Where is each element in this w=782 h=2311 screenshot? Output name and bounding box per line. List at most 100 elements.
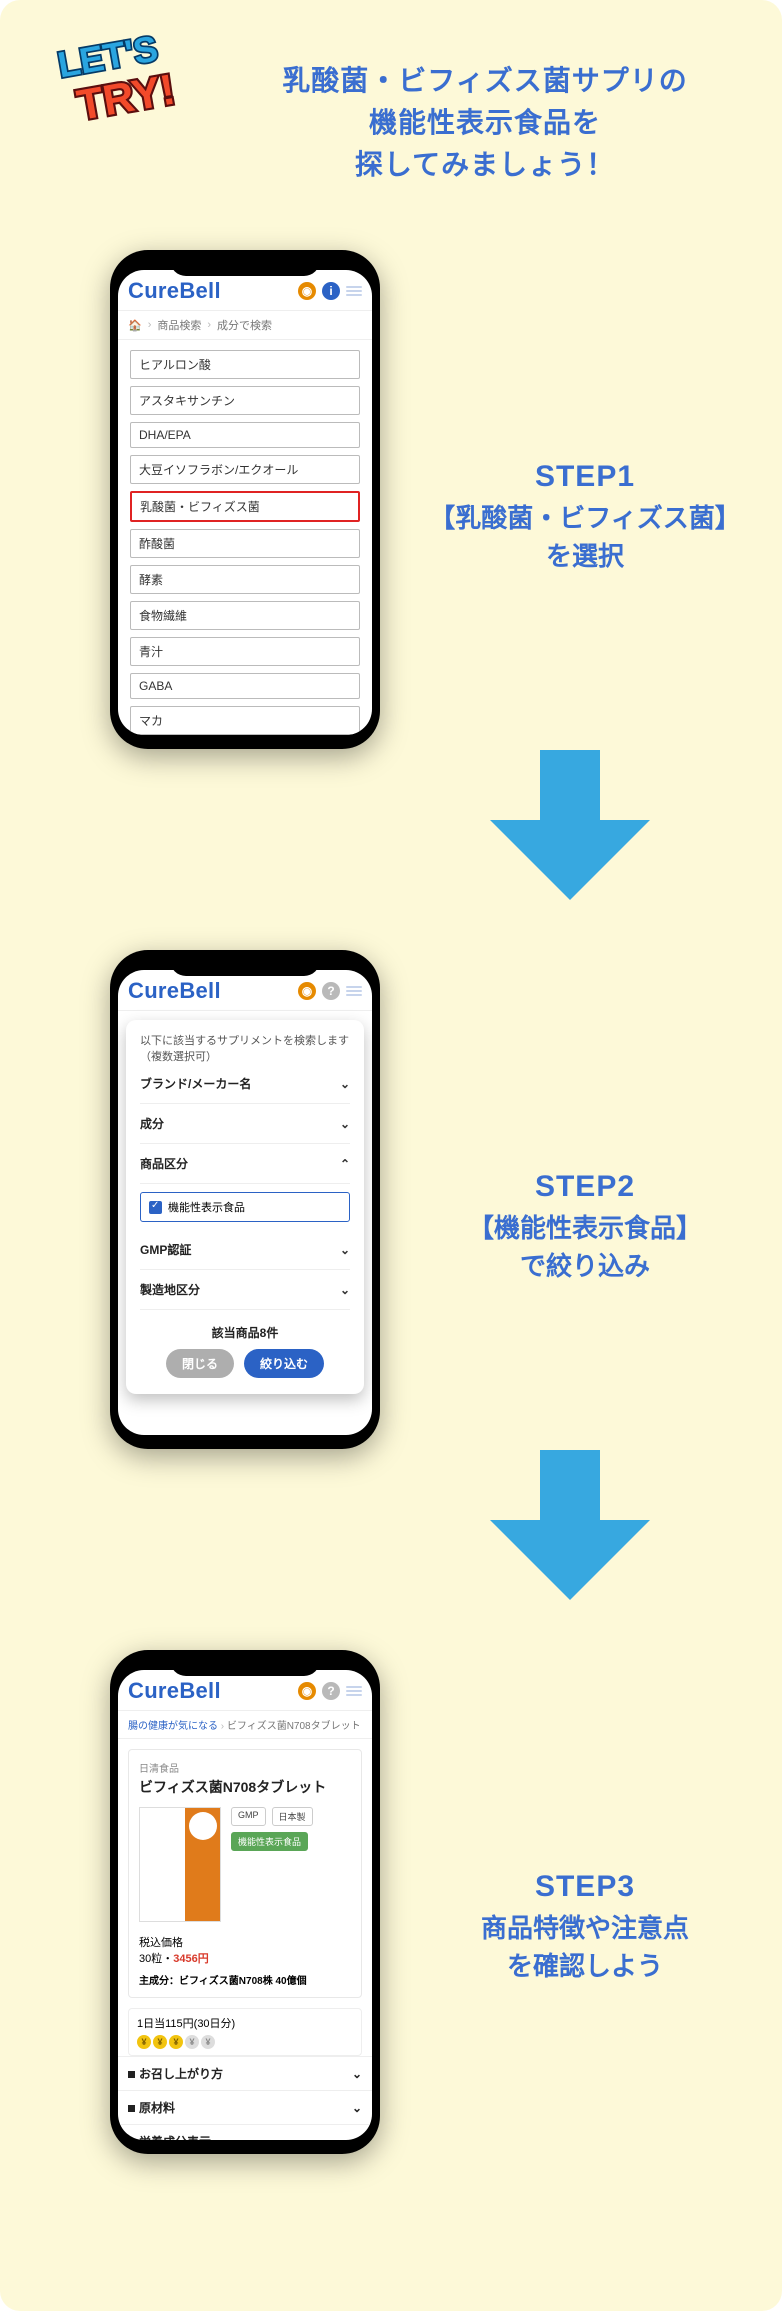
ingredient-item[interactable]: 酵素: [130, 565, 360, 594]
checkbox-checked-icon: [149, 1201, 162, 1214]
price-qty: 30粒・: [139, 1953, 173, 1965]
accordion-label: 原材料: [139, 2101, 175, 2115]
phone-screen-2: CureBell ◉ ? のための 糖質ケアサプリメント: [118, 970, 372, 1435]
yen-icon: ¥: [169, 2035, 183, 2049]
phone-screen-1: CureBell ◉ i 🏠 商品検索 成分で検索 ヒアルロン酸アスタキサンチン…: [118, 270, 372, 735]
tag-functional: 機能性表示食品: [231, 1832, 308, 1851]
bullet-icon: [128, 2071, 135, 2078]
breadcrumb-item[interactable]: 成分で検索: [217, 317, 272, 333]
step2-label: STEP2 【機能性表示食品】 で絞り込み: [420, 1170, 750, 1285]
menu-icon[interactable]: [346, 1685, 362, 1697]
lets-try-icon: LET'S TRY!: [30, 20, 210, 140]
chevron-down-icon: ⌄: [352, 2067, 362, 2081]
step2-line1: 【機能性表示食品】: [468, 1213, 702, 1243]
apply-filter-button[interactable]: 絞り込む: [244, 1349, 324, 1378]
ingredient-item[interactable]: マカ: [130, 706, 360, 735]
breadcrumb-sep: [146, 319, 154, 331]
breadcrumb: 🏠 商品検索 成分で検索: [118, 311, 372, 340]
step3-label: STEP3 商品特徴や注意点 を確認しよう: [420, 1870, 750, 1985]
per-day-text: 1日当115円(30日分): [137, 2015, 353, 2031]
accordion-item[interactable]: お召し上がり方⌄: [118, 2056, 372, 2090]
package-graphic: [185, 1808, 220, 1921]
price-block: 税込価格 30粒・3456円 主成分：ビフィズス菌N708株 40億個: [139, 1934, 351, 1987]
step-head: STEP1: [420, 460, 750, 494]
step-body: 商品特徴や注意点 を確認しよう: [420, 1910, 750, 1985]
price-value: 3456円: [173, 1953, 208, 1965]
page: LET'S TRY! 乳酸菌・ビフィズス菌サプリの 機能性表示食品を 探してみま…: [0, 0, 782, 2311]
product-image: [139, 1807, 221, 1922]
step3-line1: 商品特徴や注意点: [481, 1913, 689, 1943]
filter-rows: ブランド/メーカー名⌄ 成分 ⌄ 商品区分 ⌃ 機能性表示食品 GMP認証⌄製造地区分⌄: [140, 1064, 350, 1310]
app-header: CureBell ◉ ?: [118, 1670, 372, 1711]
accordion-item[interactable]: 原材料 ⌄: [118, 2090, 372, 2124]
filter-row-label: 商品区分: [140, 1155, 188, 1172]
intro-line1: 乳酸菌・ビフィズス菌サプリの: [215, 60, 755, 102]
filter-buttons: 閉じる 絞り込む: [140, 1349, 350, 1378]
ingredient-item[interactable]: 酢酸菌: [130, 529, 360, 558]
chevron-up-icon: ⌃: [340, 1157, 350, 1171]
app-logo: CureBell: [128, 278, 221, 304]
filter-sheet: 以下に該当するサプリメントを検索します（複数選択可） ブランド/メーカー名⌄成分…: [126, 1020, 364, 1394]
phone-step1: CureBell ◉ i 🏠 商品検索 成分で検索 ヒアルロン酸アスタキサンチン…: [110, 250, 380, 749]
phone-screen-3: CureBell ◉ ? 腸の健康が気になる › ビフィズス菌N708タブレット…: [118, 1670, 372, 2140]
yen-icon: ¥: [137, 2035, 151, 2049]
home-icon[interactable]: 🏠: [128, 319, 142, 332]
price-label: 税込価格: [139, 1934, 351, 1950]
filter-option-checkbox[interactable]: 機能性表示食品: [140, 1192, 350, 1222]
accordion-list: お召し上がり方⌄原材料⌄栄養成分表示⌄注意事項⌄: [118, 2056, 372, 2140]
main-ingredient: 主成分：ビフィズス菌N708株 40億個: [139, 1972, 351, 1987]
crumb-product: ビフィズス菌N708タブレット: [227, 1721, 361, 1732]
close-button[interactable]: 閉じる: [166, 1349, 234, 1378]
filter-description: 以下に該当するサプリメントを検索します（複数選択可）: [140, 1032, 350, 1064]
chevron-down-icon: ⌄: [352, 2101, 362, 2115]
step3-line2: を確認しよう: [507, 1951, 663, 1981]
crumb-category[interactable]: 腸の健康が気になる: [128, 1721, 218, 1732]
yen-icon-inactive: ¥: [185, 2035, 199, 2049]
help-icon[interactable]: ?: [322, 1682, 340, 1700]
bullet-icon: [128, 2105, 135, 2112]
ingredient-item[interactable]: 食物繊維: [130, 601, 360, 630]
product-title: ビフィズス菌N708タブレット: [139, 1777, 351, 1797]
filter-row-label: GMP認証: [140, 1241, 191, 1258]
step1-line2: を選択: [546, 541, 624, 571]
filter-row[interactable]: 商品区分 ⌃: [140, 1144, 350, 1184]
filter-row[interactable]: 製造地区分⌄: [140, 1270, 350, 1310]
step1-label: STEP1 【乳酸菌・ビフィズス菌】 を選択: [420, 460, 750, 575]
filter-result-count: 該当商品8件: [140, 1324, 350, 1341]
menu-icon[interactable]: [346, 285, 362, 297]
ingredient-item[interactable]: DHA/EPA: [130, 422, 360, 448]
chevron-down-icon: ⌄: [340, 1117, 350, 1131]
ingredient-item[interactable]: ヒアルロン酸: [130, 350, 360, 379]
step-head: STEP3: [420, 1870, 750, 1904]
filter-row-label: 成分: [140, 1115, 164, 1132]
filter-row-label: ブランド/メーカー名: [140, 1075, 251, 1092]
chevron-down-icon: ⌄: [352, 2135, 362, 2141]
filter-row[interactable]: ブランド/メーカー名⌄: [140, 1064, 350, 1104]
bookmark-icon[interactable]: ◉: [298, 282, 316, 300]
header-icons: ◉ i: [298, 282, 362, 300]
filter-row[interactable]: 成分 ⌄: [140, 1104, 350, 1144]
breadcrumb-item[interactable]: 商品検索: [157, 317, 201, 333]
app-header: CureBell ◉ i: [118, 270, 372, 311]
accordion-item[interactable]: 栄養成分表示 ⌄: [118, 2124, 372, 2140]
info-icon[interactable]: i: [322, 282, 340, 300]
ingredient-item[interactable]: GABA: [130, 673, 360, 699]
ingredient-item[interactable]: アスタキサンチン: [130, 386, 360, 415]
bookmark-icon[interactable]: ◉: [298, 1682, 316, 1700]
phone-notch: [170, 250, 320, 276]
lets-try-badge: LET'S TRY!: [30, 20, 210, 140]
product-breadcrumb: 腸の健康が気になる › ビフィズス菌N708タブレット: [118, 1711, 372, 1739]
filter-row[interactable]: GMP認証⌄: [140, 1230, 350, 1270]
app-logo: CureBell: [128, 1678, 221, 1704]
accordion-label: 栄養成分表示: [139, 2135, 211, 2140]
step1-line1: 【乳酸菌・ビフィズス菌】: [429, 503, 740, 533]
ingredient-item[interactable]: 青汁: [130, 637, 360, 666]
intro-line3: 探してみましょう！: [215, 144, 755, 186]
ingredient-item[interactable]: 大豆イソフラボン/エクオール: [130, 455, 360, 484]
intro-text: 乳酸菌・ビフィズス菌サプリの 機能性表示食品を 探してみましょう！: [215, 60, 755, 186]
step-head: STEP2: [420, 1170, 750, 1204]
tag-jp: 日本製: [272, 1807, 313, 1826]
breadcrumb-sep: [205, 319, 213, 331]
ingredient-item[interactable]: 乳酸菌・ビフィズス菌: [130, 491, 360, 522]
per-day-box: 1日当115円(30日分) ¥ ¥ ¥ ¥ ¥: [128, 2008, 362, 2056]
